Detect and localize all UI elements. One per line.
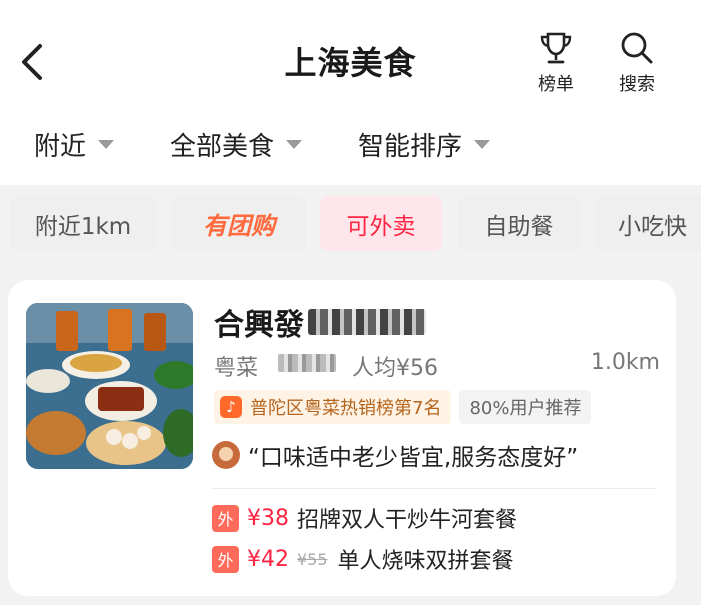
food-photo-illustration bbox=[26, 303, 193, 469]
filter-category[interactable]: 全部美食 bbox=[170, 126, 303, 163]
cuisine-label: 粤菜 bbox=[214, 356, 259, 381]
rank-tag[interactable]: ♪ 普陀区粤菜热销榜第7名 bbox=[214, 390, 452, 424]
average-price: 人均¥56 bbox=[352, 356, 438, 381]
deal-item[interactable]: 外 ¥38 招牌双人干炒牛河套餐 bbox=[212, 502, 517, 534]
divider bbox=[212, 488, 656, 489]
chip-delivery[interactable]: 可外卖 bbox=[320, 196, 442, 251]
avatar bbox=[212, 441, 240, 469]
delivery-badge: 外 bbox=[212, 504, 239, 532]
filter-sort[interactable]: 智能排序 bbox=[358, 126, 491, 163]
filter-label: 全部美食 bbox=[170, 132, 275, 162]
review-text: “口味适中老少皆宜,服务态度好” bbox=[248, 445, 579, 471]
top-bar: 上海美食 榜单 搜索 附近 全部美食 智能排序 bbox=[0, 0, 701, 185]
deal-price: ¥38 bbox=[247, 505, 289, 531]
filter-label: 智能排序 bbox=[358, 132, 463, 162]
deal-name: 招牌双人干炒牛河套餐 bbox=[297, 508, 518, 533]
deal-item[interactable]: 外 ¥42 ¥55 单人烧味双拼套餐 bbox=[212, 543, 514, 575]
redacted-name-part bbox=[308, 309, 426, 335]
rank-label: 榜单 bbox=[538, 74, 574, 95]
search-label: 搜索 bbox=[619, 74, 655, 95]
filter-bar: 附近 全部美食 智能排序 bbox=[0, 126, 701, 166]
restaurant-card[interactable]: 合興發 粤菜 人均¥56 1.0km ♪ 普陀区粤菜热销榜第7名 80%用户推荐… bbox=[8, 280, 676, 596]
deal-name: 单人烧味双拼套餐 bbox=[337, 549, 514, 574]
page-title: 上海美食 bbox=[284, 44, 417, 82]
trophy-icon bbox=[540, 32, 572, 64]
chip-group-buy[interactable]: 有团购 bbox=[172, 196, 306, 251]
rank-tag-text: 普陀区粤菜热销榜第7名 bbox=[250, 398, 442, 419]
restaurant-name-text: 合興發 bbox=[214, 308, 304, 343]
review-snippet: “口味适中老少皆宜,服务态度好” bbox=[212, 438, 578, 472]
quick-filter-chips: 附近1km 有团购 可外卖 自助餐 小吃快 bbox=[0, 196, 701, 252]
chip-nearby-1km[interactable]: 附近1km bbox=[10, 196, 156, 251]
restaurant-photo bbox=[26, 303, 193, 469]
douyin-icon: ♪ bbox=[220, 396, 242, 418]
restaurant-tags: ♪ 普陀区粤菜热销榜第7名 80%用户推荐 bbox=[214, 390, 592, 424]
recommend-tag: 80%用户推荐 bbox=[459, 390, 592, 424]
redacted-area bbox=[278, 354, 336, 372]
filter-label: 附近 bbox=[34, 132, 87, 162]
filter-nearby[interactable]: 附近 bbox=[34, 126, 115, 163]
deal-original-price: ¥55 bbox=[297, 549, 328, 569]
chip-snacks[interactable]: 小吃快 bbox=[596, 196, 701, 251]
caret-down-icon bbox=[98, 140, 115, 149]
search-icon bbox=[621, 32, 653, 64]
search-button[interactable]: 搜索 bbox=[611, 30, 663, 96]
caret-down-icon bbox=[286, 140, 303, 149]
rank-button[interactable]: 榜单 bbox=[530, 30, 582, 96]
restaurant-name: 合興發 bbox=[214, 300, 426, 344]
chip-buffet[interactable]: 自助餐 bbox=[458, 196, 580, 251]
delivery-badge: 外 bbox=[212, 545, 239, 573]
deal-price: ¥42 bbox=[247, 546, 289, 572]
distance: 1.0km bbox=[590, 350, 660, 375]
caret-down-icon bbox=[474, 140, 491, 149]
